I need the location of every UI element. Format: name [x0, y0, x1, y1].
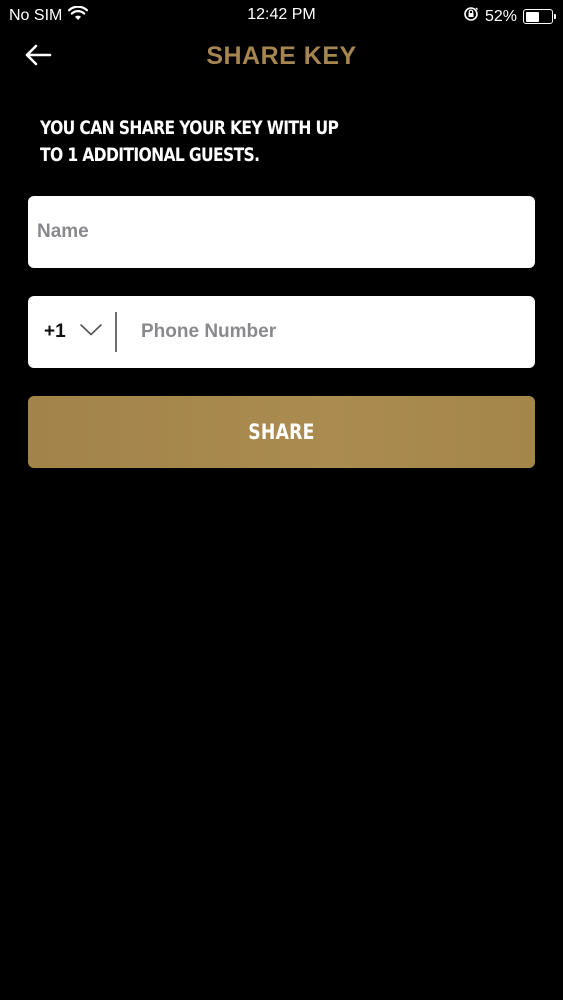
phone-number-input[interactable] [141, 296, 521, 368]
orientation-lock-icon [463, 6, 479, 27]
name-field[interactable] [28, 196, 535, 268]
battery-tip [554, 14, 556, 19]
status-right: 52% [463, 6, 556, 27]
share-button[interactable]: SHARE [28, 396, 535, 468]
country-code-selector[interactable]: +1 [44, 296, 118, 368]
share-button-label: SHARE [248, 420, 315, 444]
page-title: SHARE KEY [206, 42, 357, 70]
battery-icon [523, 9, 556, 24]
country-code-value: +1 [44, 321, 66, 342]
phone-field: +1 [28, 296, 535, 368]
status-bar: No SIM 12:42 PM 52% [0, 0, 563, 30]
battery-level [525, 11, 539, 22]
share-key-screen: No SIM 12:42 PM 52% SHARE KEY YOU CAN SH… [0, 0, 563, 1000]
field-divider [115, 312, 117, 352]
chevron-down-icon [79, 323, 102, 341]
share-limit-message: YOU CAN SHARE YOUR KEY WITH UP TO 1 ADDI… [40, 117, 339, 166]
name-input[interactable] [37, 196, 527, 268]
nav-bar: SHARE KEY [0, 30, 563, 86]
battery-percent: 52% [484, 7, 517, 25]
